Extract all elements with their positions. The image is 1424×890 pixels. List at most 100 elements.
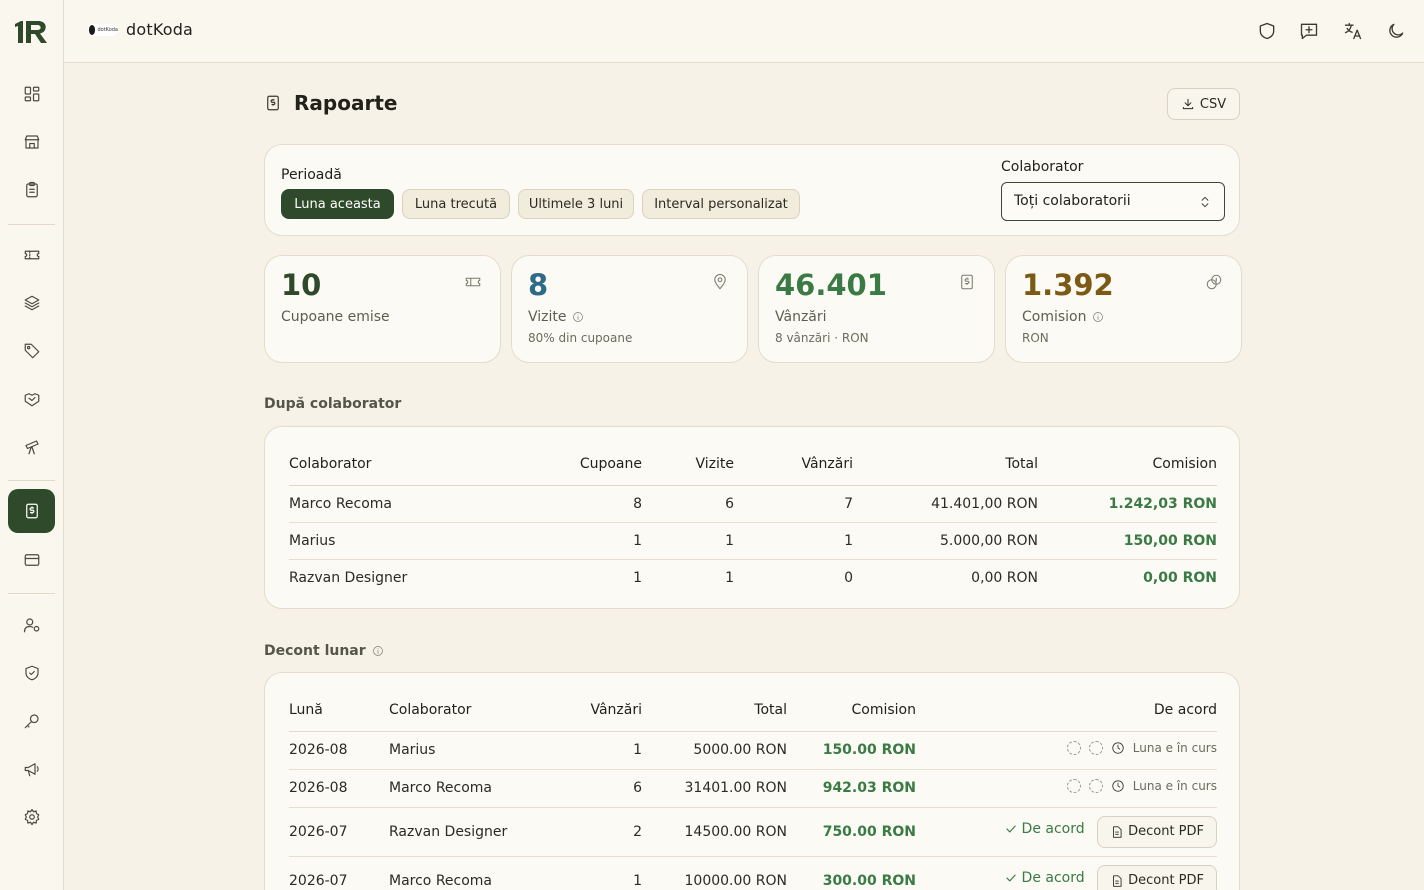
stat-card-visits: 8 Vizite 80% din cupoane <box>511 255 748 363</box>
table-row[interactable]: Marius 1 1 1 5.000,00 RON 150,00 RON <box>289 522 1217 560</box>
agreement-cell: Luna e în curs <box>916 769 1217 808</box>
feedback-icon[interactable] <box>1299 21 1321 43</box>
column-header[interactable]: Vizite <box>642 443 734 486</box>
coins-icon <box>1205 273 1225 293</box>
megaphone-icon <box>24 763 39 777</box>
layers-icon <box>24 295 39 311</box>
table-header-row: Colaborator Cupoane Vizite Vânzări Total… <box>289 443 1217 486</box>
sidebar-item-dashboard[interactable] <box>8 72 55 116</box>
period-label: Perioadă <box>281 167 342 183</box>
clipboard-icon <box>25 181 38 198</box>
info-icon[interactable] <box>1092 311 1104 323</box>
stat-value: 8 <box>528 268 549 302</box>
user-settings-icon <box>23 618 39 633</box>
moon-icon[interactable] <box>1386 21 1408 43</box>
sidebar-item-store[interactable] <box>8 120 55 164</box>
stat-label: Vizite <box>528 309 584 325</box>
info-icon[interactable] <box>372 645 384 657</box>
ticket-icon <box>464 273 484 293</box>
sidebar-item-telescope[interactable] <box>8 425 55 469</box>
stat-card-commission: 1.392 Comision RON <box>1005 255 1242 363</box>
settlement-pdf-button[interactable]: Decont PDF <box>1097 864 1217 890</box>
ticket-icon <box>24 250 39 260</box>
pending-circle-icon <box>1088 741 1103 755</box>
map-pin-icon <box>711 273 731 293</box>
document-icon <box>1113 874 1122 887</box>
stat-card-sales: 46.401 Vânzări 8 vânzări · RON <box>758 255 995 363</box>
download-icon <box>1182 98 1194 110</box>
column-header[interactable]: Total <box>853 443 1038 486</box>
column-header[interactable]: Total <box>642 689 787 732</box>
table-header-row: Lună Colaborator Vânzări Total Comision … <box>289 689 1217 732</box>
period-custom-interval[interactable]: Interval personalizat <box>642 189 800 219</box>
monthly-table: Lună Colaborator Vânzări Total Comision … <box>289 689 1217 890</box>
column-header[interactable]: Comision <box>787 689 916 732</box>
sidebar-item-coupons[interactable] <box>8 233 55 277</box>
sidebar-item-partners[interactable] <box>8 377 55 421</box>
agreement-cell: De acord Decont PDF <box>916 856 1217 890</box>
sidebar-item-keys[interactable] <box>8 699 55 743</box>
sidebar-item-layers[interactable] <box>8 281 55 325</box>
credit-card-icon <box>24 554 39 566</box>
stat-value: 46.401 <box>775 268 887 302</box>
column-header[interactable]: Cupoane <box>529 443 642 486</box>
stat-label: Cupoane emise <box>281 309 390 325</box>
key-icon <box>24 714 39 729</box>
shield-icon[interactable] <box>1257 21 1279 43</box>
filter-card: Perioadă Luna aceasta Luna trecută Ultim… <box>264 144 1240 236</box>
info-icon[interactable] <box>572 311 584 323</box>
sidebar-item-clipboard[interactable] <box>8 168 55 212</box>
store-icon <box>24 135 39 149</box>
period-last-3-months[interactable]: Ultimele 3 luni <box>518 189 634 219</box>
table-row[interactable]: Razvan Designer 1 1 0 0,00 RON 0,00 RON <box>289 559 1217 596</box>
translate-icon[interactable] <box>1343 21 1365 43</box>
gear-icon <box>24 808 39 826</box>
agreement-cell: De acord Decont PDF <box>916 807 1217 857</box>
column-header[interactable]: Vânzări <box>541 689 642 732</box>
table-row[interactable]: Marco Recoma 8 6 7 41.401,00 RON 1.242,0… <box>289 485 1217 523</box>
column-header[interactable]: Vânzări <box>734 443 853 486</box>
section-title-by-collaborator: După colaborator <box>264 396 402 412</box>
document-icon <box>1113 825 1122 838</box>
column-header[interactable]: Lună <box>289 689 389 732</box>
stat-label: Vânzări <box>775 309 827 325</box>
table-row[interactable]: 2026-08 Marco Recoma 6 31401.00 RON 942.… <box>289 769 1217 808</box>
check-icon <box>1005 825 1016 832</box>
table-row[interactable]: 2026-07 Marco Recoma 1 10000.00 RON 300.… <box>289 856 1217 890</box>
stat-sub: RON <box>1022 331 1049 345</box>
pending-circle-icon <box>1066 741 1081 755</box>
agreed-status: De acord <box>1004 870 1085 886</box>
export-csv-button[interactable]: CSV <box>1167 88 1240 120</box>
sidebar-item-settings[interactable] <box>8 795 55 839</box>
tag-icon <box>24 343 39 359</box>
shield-check-icon <box>24 665 39 681</box>
table-row[interactable]: 2026-07 Razvan Designer 2 14500.00 RON 7… <box>289 807 1217 857</box>
column-header[interactable]: De acord <box>916 689 1217 732</box>
agreed-status: De acord <box>1004 821 1085 837</box>
stat-sub: 80% din cupoane <box>528 331 633 345</box>
column-header[interactable]: Colaborator <box>389 689 541 732</box>
sidebar-item-billing[interactable] <box>8 538 55 582</box>
app-logo[interactable] <box>12 18 52 46</box>
stat-value: 10 <box>281 268 322 302</box>
brand[interactable]: dotKoda dotKoda <box>88 20 193 39</box>
sidebar-item-users[interactable] <box>8 603 55 647</box>
section-title-monthly: Decont lunar <box>264 643 384 659</box>
column-header[interactable]: Comision <box>1038 443 1217 486</box>
chevron-updown-icon <box>1201 196 1209 208</box>
pending-status: Luna e în curs <box>1066 779 1217 793</box>
collaborator-select[interactable]: Toți colaboratorii <box>1001 182 1225 221</box>
period-this-month[interactable]: Luna aceasta <box>281 189 394 219</box>
period-last-month[interactable]: Luna trecută <box>402 189 510 219</box>
sidebar-item-reports[interactable] <box>8 489 55 533</box>
sidebar-item-marketing[interactable] <box>8 747 55 791</box>
column-header[interactable]: Colaborator <box>289 443 529 486</box>
reports-icon <box>25 503 38 519</box>
reports-icon <box>264 94 284 114</box>
settlement-pdf-button[interactable]: Decont PDF <box>1097 815 1217 848</box>
table-row[interactable]: 2026-08 Marius 1 5000.00 RON 150.00 RON … <box>289 731 1217 770</box>
handshake-icon <box>24 393 39 407</box>
sidebar-item-tags[interactable] <box>8 329 55 373</box>
sidebar-item-security[interactable] <box>8 651 55 695</box>
monthly-card: Lună Colaborator Vânzări Total Comision … <box>264 672 1240 890</box>
